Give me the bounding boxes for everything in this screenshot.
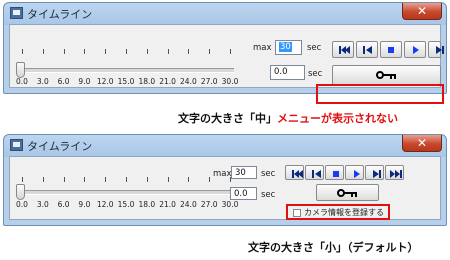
sec-label: sec [261, 190, 276, 200]
slider-tick [209, 177, 211, 182]
slider-axis-labels: 0.0 3.0 6.0 9.0 12.0 15.0 18.0 21.0 24.0 27.0 30.0 [10, 77, 250, 89]
register-key-button[interactable] [332, 65, 441, 85]
play-icon[interactable] [404, 41, 426, 58]
step-forward-icon[interactable] [365, 165, 384, 180]
slider-tick [126, 177, 127, 182]
slider-tick [63, 177, 65, 182]
axis-tick-label: 15.0 [117, 77, 135, 86]
axis-tick-label: 6.0 [57, 200, 70, 209]
slider-tick [230, 49, 231, 54]
slider-tick [63, 49, 65, 54]
slider-axis-labels: 0.0 3.0 6.0 9.0 12.0 15.0 18.0 21.0 24.0 27.0 30.0 [10, 200, 250, 212]
window-title: タイムライン [27, 140, 93, 153]
axis-tick-label: 24.0 [180, 77, 197, 86]
caption-medium: 文字の大きさ「中」メニューが表示されない [178, 110, 398, 126]
timeline-window-medium: タイムライン ✕ 0.0 3.0 6.0 9.0 12.0 15.0 18.0 21.0 24.… [3, 2, 447, 94]
skip-to-first-icon[interactable] [285, 165, 304, 180]
axis-tick-label: 27.0 [200, 200, 218, 209]
axis-tick-label: 9.0 [78, 200, 91, 209]
axis-tick-label: 0.0 [16, 77, 28, 86]
step-back-icon[interactable] [356, 41, 378, 58]
caption-small: 文字の大きさ「小」（デフォルト） [248, 241, 419, 254]
axis-tick-label: 18.0 [138, 200, 156, 209]
sec-label: sec [308, 69, 323, 79]
slider-tick [167, 49, 169, 54]
axis-tick-label: 30.0 [221, 77, 239, 86]
slider-tick [42, 177, 44, 182]
slider-tick [188, 177, 190, 182]
axis-tick-label: 30.0 [221, 200, 239, 209]
slider-tick [105, 49, 107, 54]
slider-tick [146, 49, 148, 54]
timeline-slider-thumb[interactable] [16, 184, 25, 200]
max-input[interactable]: 30 [275, 40, 302, 55]
slider-tick [84, 177, 86, 182]
slider-tick [146, 177, 148, 182]
close-button[interactable]: ✕ [402, 3, 442, 20]
axis-tick-label: 3.0 [36, 77, 49, 86]
axis-tick-label: 24.0 [180, 200, 197, 209]
skip-to-first-icon[interactable] [332, 41, 354, 58]
slider-tick [188, 49, 190, 54]
close-button[interactable]: ✕ [402, 135, 442, 152]
max-label: max [213, 169, 232, 179]
title-bar[interactable]: タイムライン ✕ [4, 3, 446, 23]
timeline-slider-thumb[interactable] [16, 62, 25, 78]
sec-label: sec [261, 169, 276, 179]
slider-tick [167, 177, 169, 182]
title-bar[interactable]: タイムライン ✕ [4, 135, 446, 155]
stop-icon[interactable] [380, 41, 402, 58]
slider-tick [84, 49, 86, 54]
axis-tick-label: 21.0 [159, 200, 176, 209]
skip-to-last-icon[interactable] [385, 165, 404, 180]
current-time-input[interactable]: 0.0 [270, 65, 305, 80]
register-key-button[interactable] [316, 184, 379, 201]
app-icon [10, 139, 23, 151]
slider-ticks [22, 49, 231, 63]
axis-tick-label: 9.0 [78, 77, 91, 86]
slider-tick [42, 49, 44, 54]
window-title: タイムライン [27, 8, 93, 21]
max-label: max [253, 43, 272, 53]
timeline-slider-track[interactable] [22, 68, 234, 73]
camera-option-highlight [286, 204, 390, 220]
slider-tick [209, 49, 211, 54]
timeline-slider-track[interactable] [22, 190, 234, 195]
sec-label: sec [307, 43, 322, 53]
window-client: 0.0 3.0 6.0 9.0 12.0 15.0 18.0 21.0 24.0 27.0 30.0… [9, 24, 444, 89]
axis-tick-label: 21.0 [159, 77, 176, 86]
axis-tick-label: 18.0 [138, 77, 156, 86]
step-back-icon[interactable] [305, 165, 324, 180]
missing-menu-highlight [316, 84, 444, 104]
caption-medium-prefix: 文字の大きさ「中」 [178, 112, 277, 125]
axis-tick-label: 6.0 [57, 77, 70, 86]
slider-tick [22, 177, 23, 182]
axis-tick-label: 12.0 [96, 200, 114, 209]
current-time-input[interactable]: 0.0 [230, 187, 257, 200]
max-value: 30 [279, 42, 292, 52]
axis-tick-label: 0.0 [16, 200, 28, 209]
slider-ticks [22, 177, 231, 191]
stop-icon[interactable] [325, 165, 344, 180]
app-icon [10, 7, 23, 19]
slider-tick [105, 177, 107, 182]
axis-tick-label: 3.0 [36, 200, 49, 209]
axis-tick-label: 27.0 [200, 77, 218, 86]
axis-tick-label: 15.0 [117, 200, 135, 209]
step-forward-icon[interactable] [428, 41, 444, 58]
slider-tick [22, 49, 23, 54]
caption-medium-note: メニューが表示されない [277, 112, 398, 125]
axis-tick-label: 12.0 [96, 77, 114, 86]
slider-tick [126, 49, 127, 54]
play-icon[interactable] [345, 165, 364, 180]
max-input[interactable]: 30 [231, 166, 257, 179]
